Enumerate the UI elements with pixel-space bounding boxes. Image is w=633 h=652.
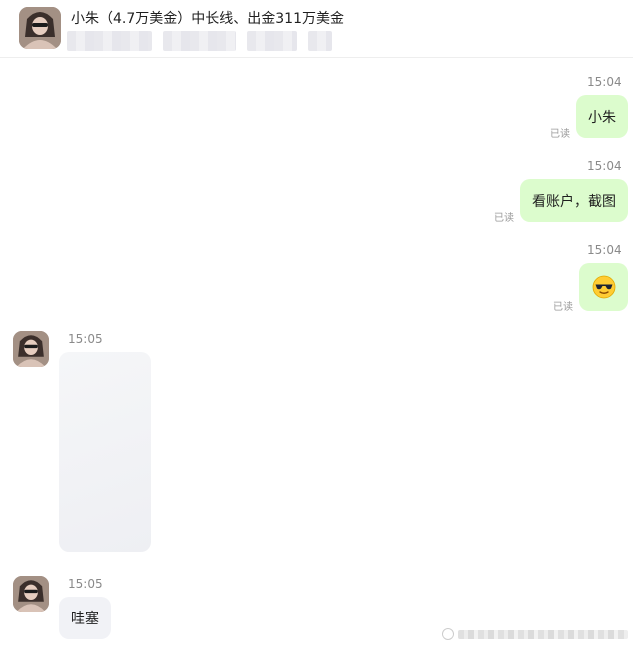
image-message[interactable]: [59, 352, 151, 552]
message-timestamp: 15:05: [68, 332, 103, 346]
read-receipt: 已读: [553, 302, 573, 313]
message-timestamp: 15:04: [587, 75, 622, 89]
watermark-text-blurred: [458, 629, 628, 639]
blurred-subtitle-2: [163, 31, 236, 51]
message-bubble-outgoing[interactable]: 看账户，截图: [520, 179, 628, 222]
read-receipt: 已读: [550, 129, 570, 140]
sender-avatar[interactable]: [13, 331, 49, 367]
chat-header: 小朱（4.7万美金）中长线、出金311万美金: [0, 0, 633, 58]
message-bubble-outgoing[interactable]: [579, 263, 628, 311]
blurred-subtitle-4: [308, 31, 332, 51]
message-bubble-outgoing[interactable]: 小朱: [576, 95, 628, 138]
contact-avatar[interactable]: [19, 7, 61, 49]
read-receipt: 已读: [494, 213, 514, 224]
sunglasses-emoji-icon: [592, 275, 615, 299]
watermark-icon: [442, 628, 454, 640]
message-timestamp: 15:04: [587, 243, 622, 257]
message-timestamp: 15:05: [68, 577, 103, 591]
message-timestamp: 15:04: [587, 159, 622, 173]
blurred-subtitle-3: [247, 31, 297, 51]
sender-avatar[interactable]: [13, 576, 49, 612]
blurred-subtitle-1: [67, 31, 152, 51]
chat-title: 小朱（4.7万美金）中长线、出金311万美金: [71, 11, 344, 27]
message-bubble-incoming[interactable]: 哇塞: [59, 597, 111, 639]
blurred-watermark: [442, 627, 628, 641]
